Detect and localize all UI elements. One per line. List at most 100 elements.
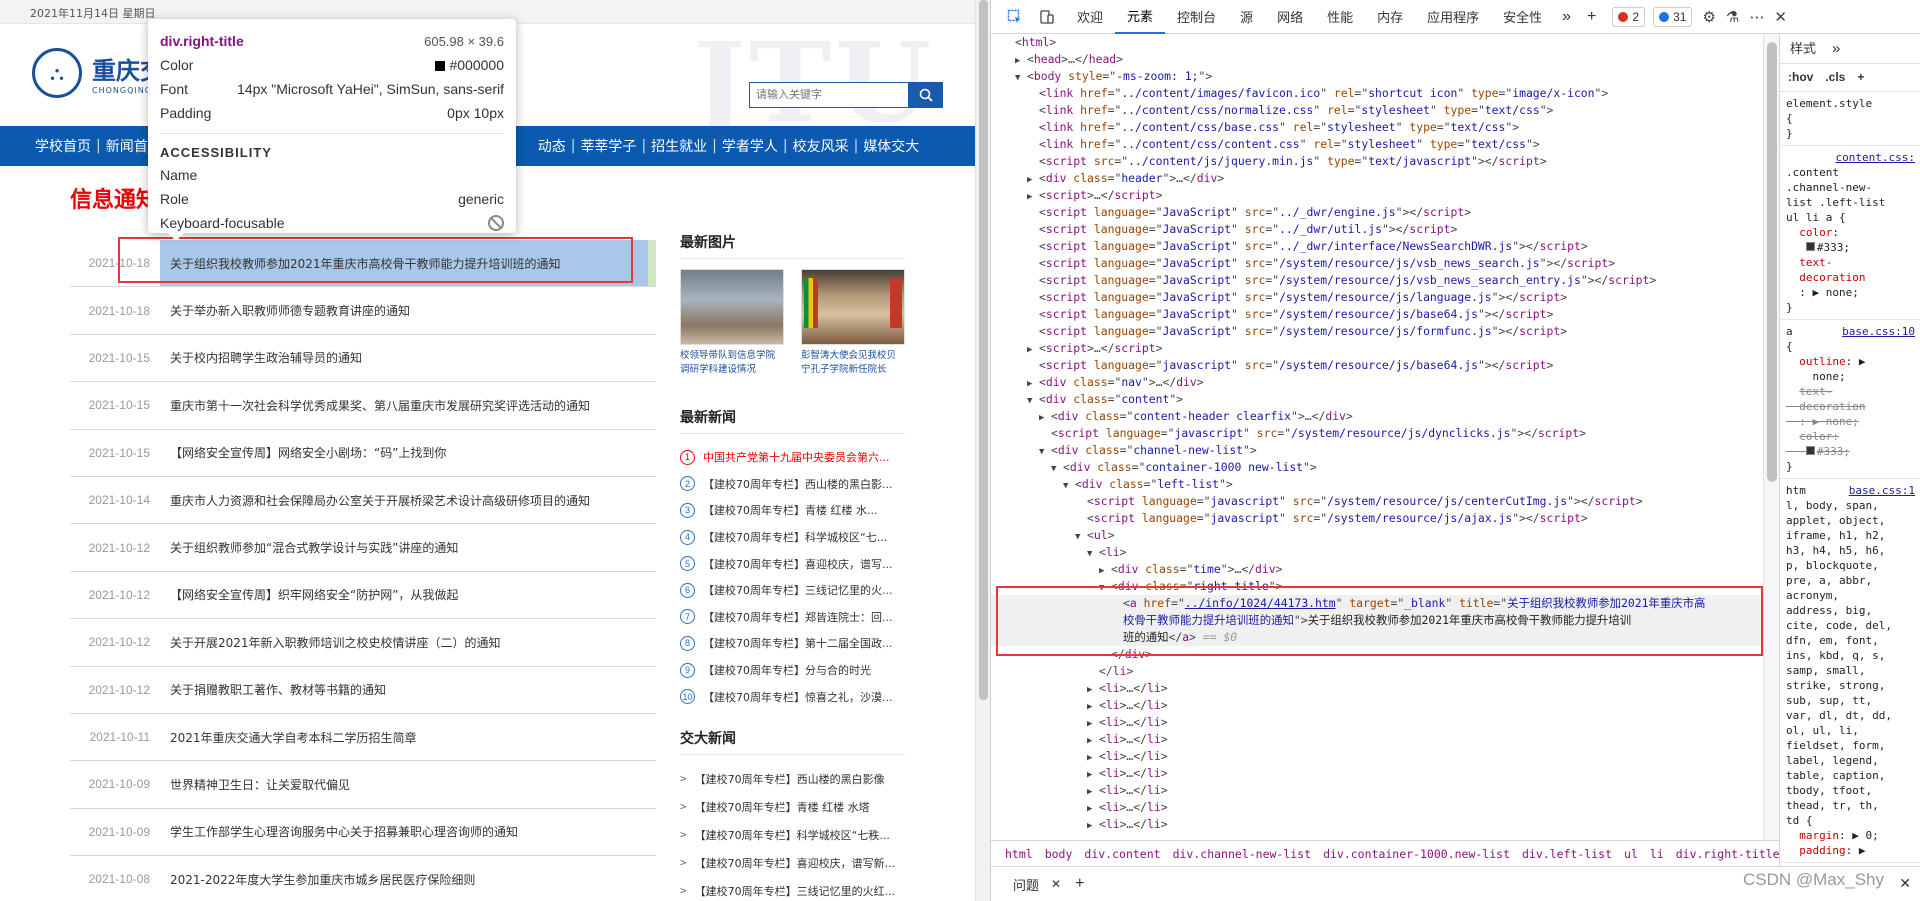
- news-link[interactable]: 中国共产党第十九届中央委员会第六...: [703, 449, 890, 465]
- more-options-icon[interactable]: ⋯: [1749, 8, 1764, 26]
- news-link[interactable]: 【建校70周年专栏】郑皆连院士：回...: [703, 609, 893, 625]
- dom-node-line[interactable]: <script language="JavaScript" src="/syst…: [991, 323, 1763, 340]
- news-item[interactable]: 9 【建校70周年专栏】分与合的时光: [680, 657, 905, 684]
- news-link[interactable]: 【建校70周年专栏】青楼 红楼 水...: [703, 502, 877, 518]
- dom-node-line[interactable]: <script language="JavaScript" src="../_d…: [991, 238, 1763, 255]
- add-tab-icon[interactable]: +: [1579, 8, 1604, 26]
- close-devtools-icon[interactable]: ✕: [1774, 8, 1787, 26]
- nav-item-media[interactable]: 媒体交大: [858, 136, 924, 156]
- notice-row[interactable]: 2021-10-12 【网络安全宣传周】织牢网络安全“防护网”，从我做起: [70, 572, 656, 620]
- devtools-tab[interactable]: 元素: [1115, 0, 1166, 34]
- dom-node-line[interactable]: ▶ <div class="time">…</div>: [991, 561, 1763, 578]
- nav-item-dynamics[interactable]: 动态: [533, 136, 571, 156]
- dom-node-line[interactable]: ▶ <script>…</script>: [991, 187, 1763, 204]
- dom-node-line[interactable]: <link href="../content/css/normalize.css…: [991, 102, 1763, 119]
- dom-node-line[interactable]: <script language="javascript" src="/syst…: [991, 357, 1763, 374]
- news-item[interactable]: 7 【建校70周年专栏】郑皆连院士：回...: [680, 604, 905, 631]
- dom-node-line[interactable]: <script language="javascript" src="/syst…: [991, 425, 1763, 442]
- nav-item-scholars[interactable]: 学者学人: [717, 136, 783, 156]
- dom-node-line[interactable]: ▶ <li>…</li>: [991, 697, 1763, 714]
- notice-title-link[interactable]: 关于捐赠教职工著作、教材等书籍的通知: [160, 667, 656, 713]
- dom-node-line[interactable]: <html>: [991, 34, 1763, 51]
- more-tabs-icon[interactable]: »: [1554, 8, 1579, 26]
- issues-tab[interactable]: 问题: [1013, 875, 1039, 894]
- dom-node-line[interactable]: ▼ <div class="content">: [991, 391, 1763, 408]
- news-item[interactable]: 4 【建校70周年专栏】科学城校区“七...: [680, 524, 905, 551]
- dom-node-line[interactable]: <script language="JavaScript" src="/syst…: [991, 255, 1763, 272]
- notice-row[interactable]: 2021-10-09 世界精神卫生日：让关爱取代偏见: [70, 761, 656, 809]
- jd-news-link[interactable]: 【建校70周年专栏】西山楼的黑白影像: [695, 771, 885, 787]
- news-item[interactable]: 8 【建校70周年专栏】第十二届全国政...: [680, 630, 905, 657]
- close-drawer-icon[interactable]: ✕: [1899, 875, 1911, 892]
- devtools-tab[interactable]: 安全性: [1491, 0, 1554, 34]
- dom-node-line[interactable]: ▼ <div class="container-1000 new-list">: [991, 459, 1763, 476]
- dom-node-line[interactable]: ▶ <li>…</li>: [991, 799, 1763, 816]
- dom-node-line[interactable]: </li>: [991, 663, 1763, 680]
- dom-node-line[interactable]: <script language="javascript" src="/syst…: [991, 493, 1763, 510]
- devtools-tab[interactable]: 性能: [1315, 0, 1365, 34]
- news-item[interactable]: 3 【建校70周年专栏】青楼 红楼 水...: [680, 497, 905, 524]
- dom-node-line[interactable]: ▼ <li>: [991, 544, 1763, 561]
- notice-row[interactable]: 2021-10-08 2021-2022年度大学生参加重庆市城乡居民医疗保险细则: [70, 856, 656, 901]
- message-badge[interactable]: 31: [1653, 6, 1693, 27]
- devtools-tab[interactable]: 内存: [1365, 0, 1415, 34]
- dom-node-line[interactable]: <script language="JavaScript" src="../_d…: [991, 221, 1763, 238]
- notice-row[interactable]: 2021-10-18 关于举办新入职教师师德专题教育讲座的通知: [70, 287, 656, 335]
- settings-icon[interactable]: ⚙: [1702, 8, 1715, 26]
- news-item[interactable]: 1 中国共产党第十九届中央委员会第六...: [680, 444, 905, 471]
- breadcrumb-item[interactable]: div.channel-new-list: [1167, 847, 1317, 861]
- news-link[interactable]: 【建校70周年专栏】科学城校区“七...: [703, 529, 887, 545]
- add-drawer-tab-icon[interactable]: +: [1075, 875, 1084, 893]
- dom-node-line[interactable]: ▶ <li>…</li>: [991, 748, 1763, 765]
- dom-node-line[interactable]: ▼ <body style="-ms-zoom: 1;">: [991, 68, 1763, 85]
- expand-toggle-icon[interactable]: ▶: [1027, 189, 1039, 206]
- jd-news-link[interactable]: 【建校70周年专栏】三线记忆里的火红...: [695, 883, 896, 899]
- jd-news-link[interactable]: 【建校70周年专栏】青楼 红楼 水塔: [695, 799, 870, 815]
- dom-node-line[interactable]: ▼ <ul>: [991, 527, 1763, 544]
- news-photo[interactable]: [680, 269, 784, 345]
- new-rule-icon[interactable]: +: [1857, 70, 1864, 85]
- devtools-tab[interactable]: 欢迎: [1065, 0, 1115, 34]
- jd-news-item[interactable]: > 【建校70周年专栏】喜迎校庆，谱写新...: [680, 849, 905, 877]
- nav-item-home[interactable]: 学校首页: [30, 136, 96, 156]
- breadcrumb-item[interactable]: body: [1039, 847, 1079, 861]
- expand-toggle-icon[interactable]: ▼: [1015, 70, 1027, 87]
- dom-node-line[interactable]: <link href="../content/images/favicon.ic…: [991, 85, 1763, 102]
- breadcrumb-item[interactable]: li: [1644, 847, 1670, 861]
- dom-node-line[interactable]: ▶ <script>…</script>: [991, 340, 1763, 357]
- devtools-tab[interactable]: 应用程序: [1415, 0, 1491, 34]
- news-item[interactable]: 2 【建校70周年专栏】西山楼的黑白影...: [680, 471, 905, 498]
- notice-row[interactable]: 2021-10-12 关于组织教师参加“混合式教学设计与实践”讲座的通知: [70, 524, 656, 572]
- notice-row[interactable]: 2021-10-11 2021年重庆交通大学自考本科二学历招生简章: [70, 714, 656, 762]
- picture-caption[interactable]: 彭智涛大使会见我校贝宁孔子学院新任院长: [801, 349, 905, 377]
- jd-news-item[interactable]: > 【建校70周年专栏】西山楼的黑白影像: [680, 765, 905, 793]
- news-photo[interactable]: [801, 269, 905, 345]
- dom-node-line[interactable]: <script language="JavaScript" src="/syst…: [991, 272, 1763, 289]
- breadcrumb-item[interactable]: div.container-1000.new-list: [1317, 847, 1516, 861]
- nav-item-admissions[interactable]: 招生就业: [646, 136, 712, 156]
- notice-title-link[interactable]: 【网络安全宣传周】网络安全小剧场：“码”上找到你: [160, 430, 656, 476]
- news-link[interactable]: 【建校70周年专栏】分与合的时光: [703, 662, 871, 678]
- expand-toggle-icon[interactable]: ▶: [1087, 818, 1099, 835]
- notice-row[interactable]: 2021-10-15 重庆市第十一次社会科学优秀成果奖、第八届重庆市发展研究奖评选…: [70, 382, 656, 430]
- more-panes-icon[interactable]: »: [1832, 41, 1840, 56]
- expand-toggle-icon[interactable]: ▼: [1051, 461, 1063, 478]
- expand-toggle-icon[interactable]: ▼: [1075, 529, 1087, 546]
- dom-node-line[interactable]: ▼ <div class="left-list">: [991, 476, 1763, 493]
- jd-news-item[interactable]: > 【建校70周年专栏】科学城校区“七秩...: [680, 821, 905, 849]
- jd-news-link[interactable]: 【建校70周年专栏】喜迎校庆，谱写新...: [695, 855, 896, 871]
- hov-toggle[interactable]: :hov: [1788, 70, 1813, 85]
- expand-toggle-icon[interactable]: ▶: [1039, 410, 1051, 427]
- notice-title-link[interactable]: 关于举办新入职教师师德专题教育讲座的通知: [160, 287, 656, 333]
- news-link[interactable]: 【建校70周年专栏】第十二届全国政...: [703, 635, 893, 651]
- breadcrumb-item[interactable]: div.content: [1078, 847, 1166, 861]
- dom-node-line[interactable]: <link href="../content/css/content.css" …: [991, 136, 1763, 153]
- jd-news-link[interactable]: 【建校70周年专栏】科学城校区“七秩...: [695, 827, 890, 843]
- picture-card[interactable]: 彭智涛大使会见我校贝宁孔子学院新任院长: [801, 269, 905, 377]
- notice-title-link[interactable]: 重庆市人力资源和社会保障局办公室关于开展桥梁艺术设计高级研修项目的通知: [160, 477, 656, 523]
- notice-title-link[interactable]: 重庆市第十一次社会科学优秀成果奖、第八届重庆市发展研究奖评选活动的通知: [160, 382, 656, 428]
- dom-node-line[interactable]: ▶ <div class="content-header clearfix">…<…: [991, 408, 1763, 425]
- expand-toggle-icon[interactable]: ▼: [1063, 478, 1075, 495]
- nav-item-alumni[interactable]: 校友风采: [788, 136, 854, 156]
- dom-node-line[interactable]: <link href="../content/css/base.css" rel…: [991, 119, 1763, 136]
